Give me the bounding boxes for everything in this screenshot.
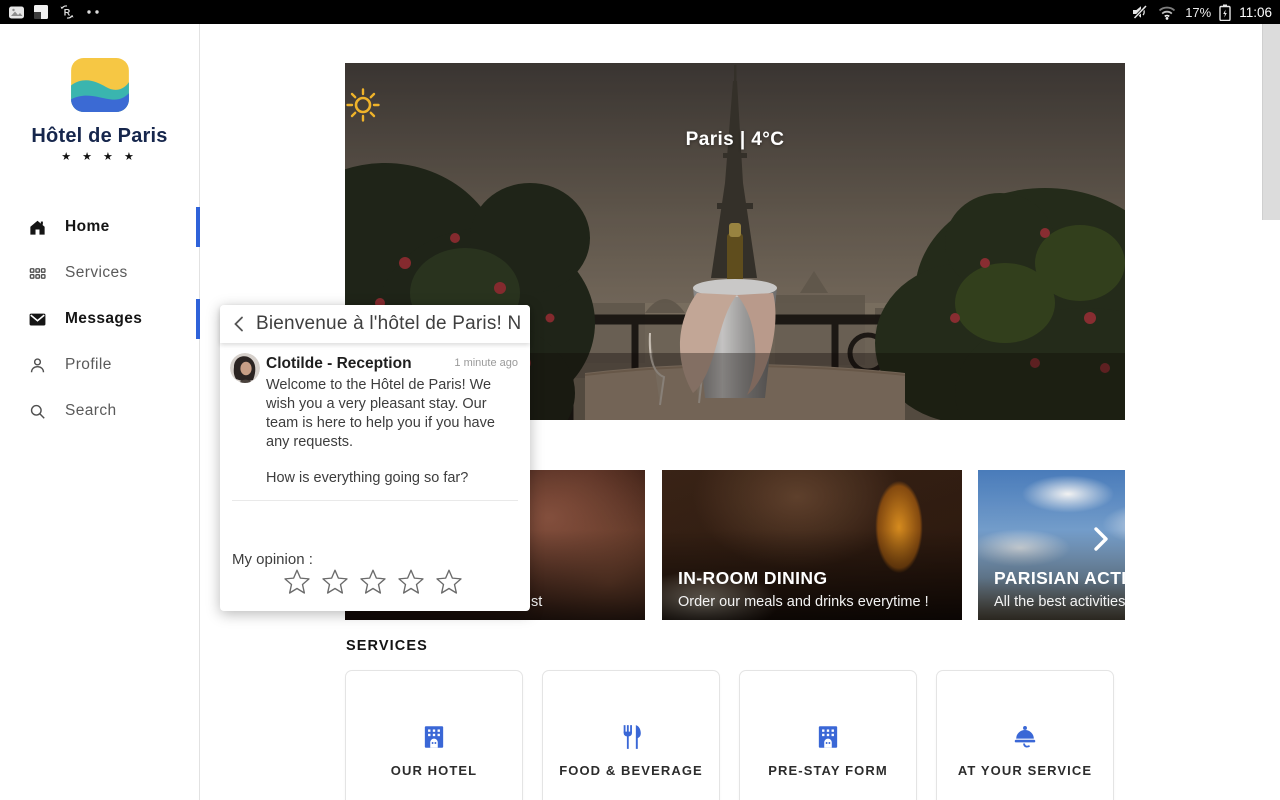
message-paragraph: How is everything going so far? <box>266 470 469 487</box>
message-timestamp: 1 minute ago <box>454 357 518 369</box>
card-title: IN-ROOM DINING <box>678 568 828 588</box>
star-icon[interactable] <box>434 567 464 597</box>
scrollbar <box>1262 24 1280 800</box>
mute-icon <box>1133 4 1148 20</box>
sidebar-item-search[interactable]: Search <box>0 388 200 434</box>
wifi-icon <box>1159 6 1176 20</box>
service-bell-icon <box>1014 726 1036 748</box>
sidebar: Hôtel de Paris ★ ★ ★ ★ Home Services Mes… <box>0 24 200 800</box>
app-screen: R 17% 11:06 Hôtel de Paris ★ ★ ★ ★ Home … <box>0 0 1280 800</box>
our-hotel-card[interactable]: OUR HOTEL <box>345 670 523 800</box>
sidebar-item-profile[interactable]: Profile <box>0 342 200 388</box>
back-chevron-icon[interactable] <box>230 315 248 333</box>
message-thread-title: Bienvenue à l'hôtel de Paris! N... <box>256 313 520 334</box>
screenshot-notification-icon <box>9 6 24 18</box>
battery-icon <box>1219 4 1231 21</box>
app-notification-icon <box>34 5 48 19</box>
hotel-stars: ★ ★ ★ ★ <box>61 151 138 163</box>
star-icon[interactable] <box>282 567 312 597</box>
spa-card-subtitle-fragment: st <box>531 594 543 610</box>
message-popup: Bienvenue à l'hôtel de Paris! N... Cloti… <box>220 305 530 611</box>
at-your-service-card[interactable]: AT YOUR SERVICE <box>936 670 1114 800</box>
sun-icon <box>346 88 380 122</box>
svg-text:R: R <box>64 8 71 18</box>
services-heading: SERVICES <box>346 638 428 654</box>
home-icon <box>30 220 45 235</box>
weather-widget: Paris | 4°C <box>345 87 1125 151</box>
sidebar-item-home[interactable]: Home <box>0 204 200 250</box>
battery-percent: 17% <box>1185 4 1212 20</box>
status-bar: R 17% 11:06 <box>0 0 1280 24</box>
hotel-building-icon <box>424 726 444 748</box>
card-subtitle: Order our meals and drinks everytime ! <box>678 594 929 610</box>
message-popup-body: Clotilde - Reception 1 minute ago Welcom… <box>220 343 530 502</box>
services-grid-icon <box>29 267 46 279</box>
food-beverage-card[interactable]: FOOD & BEVERAGE <box>542 670 720 800</box>
messages-envelope-icon <box>29 313 46 325</box>
star-icon[interactable] <box>396 567 426 597</box>
sidebar-item-services[interactable]: Services <box>0 250 200 296</box>
restaurant-icon <box>623 725 641 749</box>
building-form-icon <box>818 726 838 748</box>
message-paragraph: Welcome to the Hôtel de Paris! We wish y… <box>266 377 495 450</box>
in-room-dining-card[interactable]: IN-ROOM DINING Order our meals and drink… <box>662 470 962 620</box>
services-row: OUR HOTEL FOOD & BEVERAGE PRE-STAY FORM … <box>345 670 1125 800</box>
pre-stay-form-card[interactable]: PRE-STAY FORM <box>739 670 917 800</box>
hotel-logo: Hôtel de Paris ★ ★ ★ ★ <box>0 58 199 163</box>
opinion-label: My opinion : <box>232 551 313 568</box>
sidebar-item-label: Home <box>65 218 110 235</box>
weather-text: Paris | 4°C <box>685 129 785 150</box>
card-subtitle: All the best activities <box>994 594 1125 610</box>
search-icon <box>30 404 45 419</box>
hotel-logo-icon <box>70 58 129 112</box>
sender-name: Clotilde - Reception <box>266 355 412 372</box>
divider <box>232 500 518 502</box>
message-popup-header: Bienvenue à l'hôtel de Paris! N... <box>220 305 530 343</box>
sidebar-item-label: Profile <box>65 356 112 373</box>
star-icon[interactable] <box>320 567 350 597</box>
message-text: Welcome to the Hôtel de Paris! We wish y… <box>266 376 520 488</box>
service-card-label: PRE-STAY FORM <box>768 763 888 778</box>
more-notifications-icon <box>87 10 99 14</box>
data-sync-icon: R <box>60 5 74 19</box>
hotel-name: Hôtel de Paris <box>31 125 168 147</box>
service-card-label: AT YOUR SERVICE <box>957 763 1093 778</box>
service-card-label: FOOD & BEVERAGE <box>559 763 703 778</box>
sidebar-item-label: Services <box>65 264 128 281</box>
clock: 11:06 <box>1239 4 1272 20</box>
sidebar-item-label: Messages <box>65 310 143 327</box>
sender-avatar <box>230 353 260 383</box>
card-title: PARISIAN ACTIVITIES <box>994 568 1125 588</box>
rating-stars <box>282 567 464 597</box>
scrollbar-thumb[interactable] <box>1262 24 1280 220</box>
service-card-label: OUR HOTEL <box>390 763 478 778</box>
sidebar-item-messages[interactable]: Messages <box>0 296 200 342</box>
sidebar-item-label: Search <box>65 402 117 419</box>
star-icon[interactable] <box>358 567 388 597</box>
sidebar-nav: Home Services Messages Profile Search <box>0 204 200 434</box>
profile-person-icon <box>30 357 45 372</box>
carousel-next-icon[interactable] <box>1093 526 1109 552</box>
